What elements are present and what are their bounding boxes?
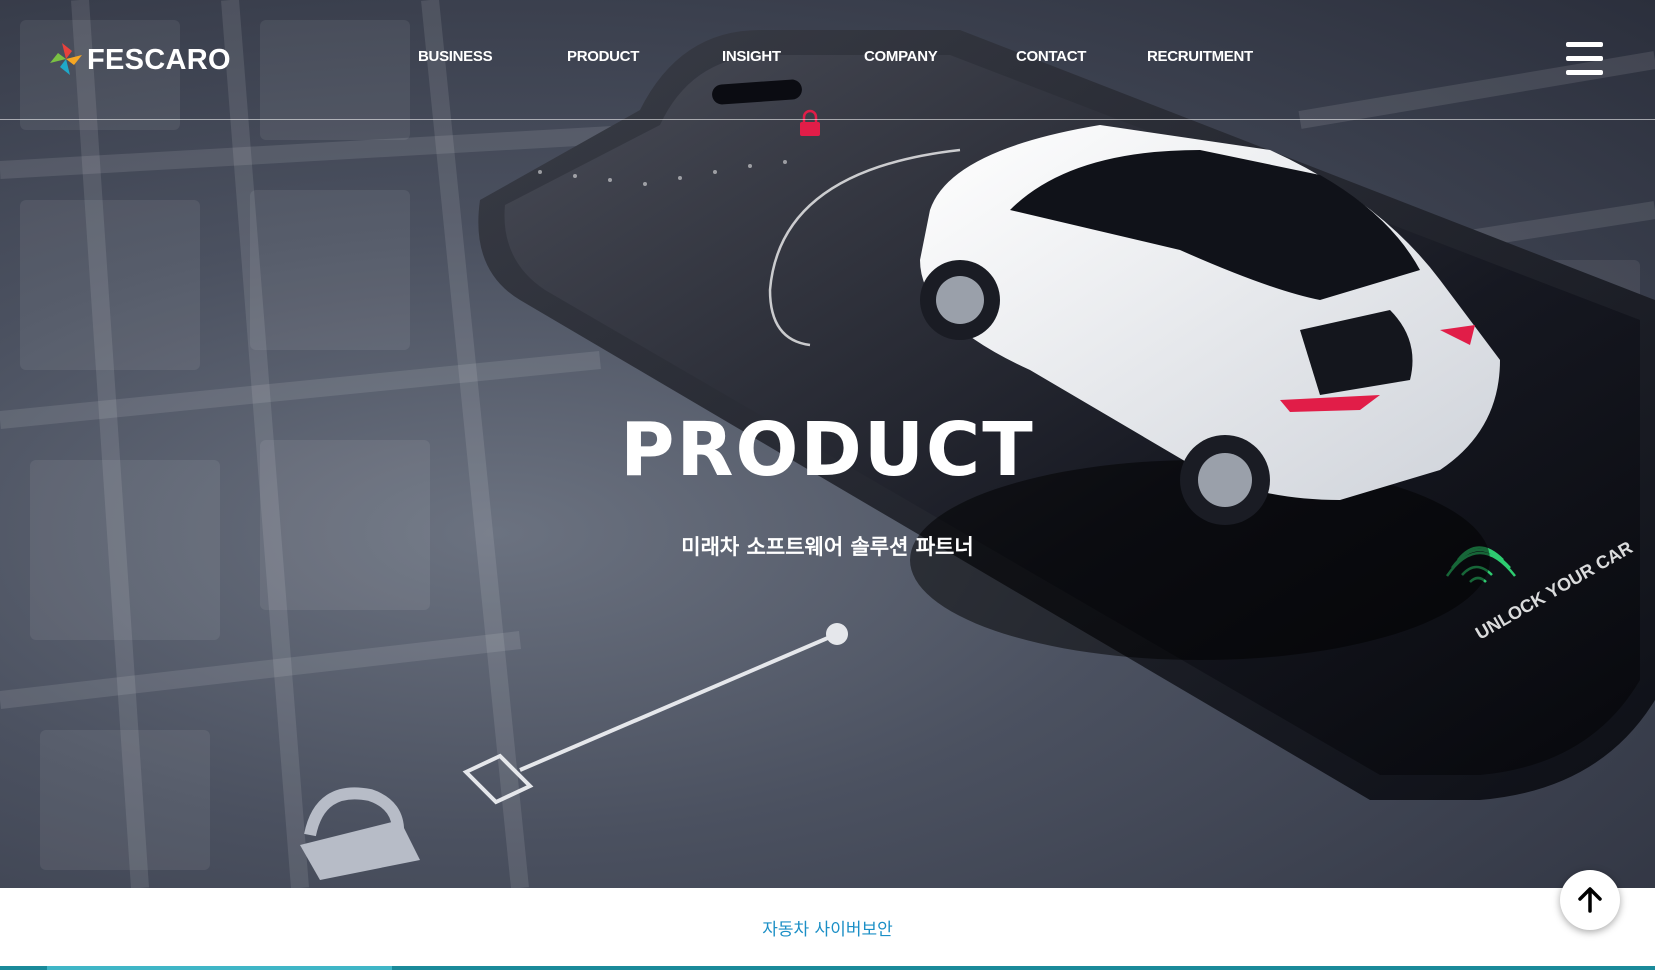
site-header: FESCARO BUSINESS PRODUCT INSIGHT COMPANY… xyxy=(0,0,1655,120)
nav-item-company[interactable]: COMPANY xyxy=(864,48,938,65)
nav-item-contact[interactable]: CONTACT xyxy=(1016,48,1086,65)
tab-automotive-cybersecurity[interactable]: 자동차 사이버보안 xyxy=(0,915,1655,940)
nav-item-recruitment[interactable]: RECRUITMENT xyxy=(1147,48,1253,65)
hero-subtitle: 미래차 소프트웨어 솔루션 파트너 xyxy=(681,535,974,559)
hamburger-icon[interactable] xyxy=(1566,42,1603,76)
tab-active-indicator xyxy=(47,966,392,970)
pin-line xyxy=(462,623,848,805)
main-nav: BUSINESS PRODUCT INSIGHT COMPANY CONTACT… xyxy=(0,48,1655,70)
arrow-up-icon xyxy=(1578,887,1602,913)
nav-item-product[interactable]: PRODUCT xyxy=(567,48,639,65)
lock-illustration xyxy=(300,787,420,880)
scroll-to-top-button[interactable] xyxy=(1560,870,1620,930)
nav-item-business[interactable]: BUSINESS xyxy=(418,48,493,65)
product-tabs: 자동차 사이버보안 xyxy=(0,888,1655,970)
nav-item-insight[interactable]: INSIGHT xyxy=(722,48,781,65)
hero-section: UNLOCK YOUR CAR FESCARO BUSINESS PRODUCT… xyxy=(0,0,1655,888)
hero-title: PRODUCT xyxy=(620,407,1035,493)
